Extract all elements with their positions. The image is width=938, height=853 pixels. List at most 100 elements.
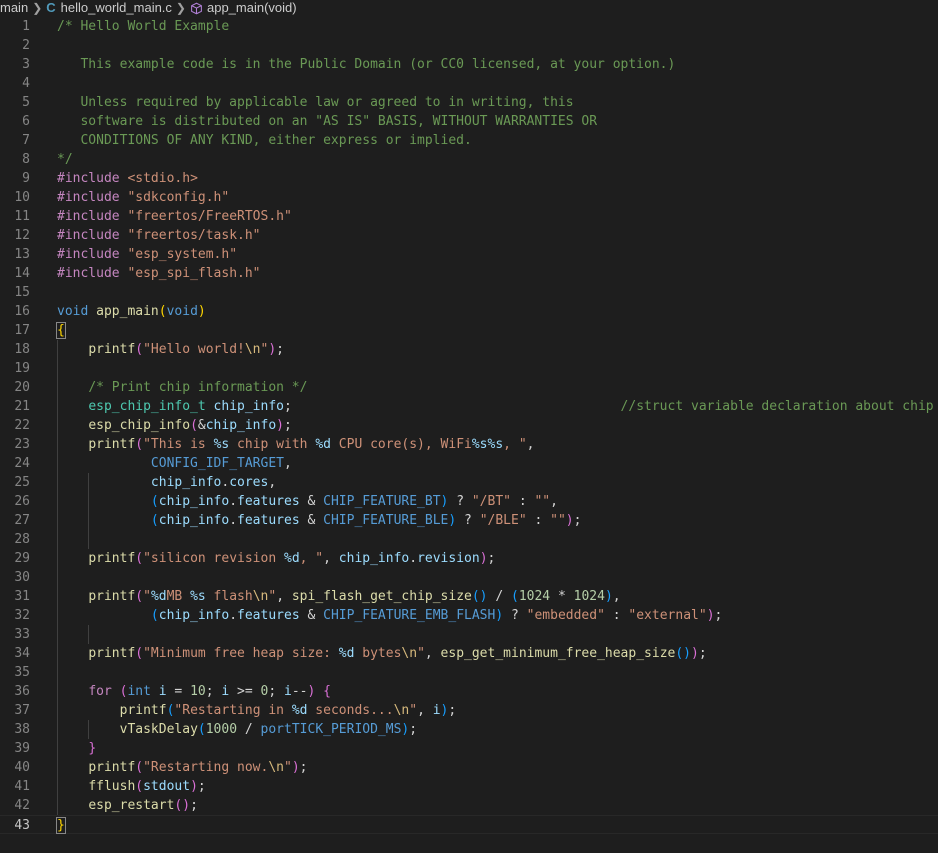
- code-text: esp_chip_info(&chip_info);: [57, 416, 292, 435]
- code-line[interactable]: 34 printf("Minimum free heap size: %d by…: [0, 644, 938, 663]
- line-number: 3: [22, 57, 30, 72]
- breadcrumb-file[interactable]: C hello_world_main.c: [46, 0, 172, 16]
- code-editor[interactable]: 1/* Hello World Example 2 3 This example c…: [0, 17, 938, 834]
- code-line[interactable]: 21 esp_chip_info_t chip_info; //struct v…: [0, 397, 938, 416]
- code-text: printf("Restarting now.\n");: [57, 758, 307, 777]
- code-token: features: [237, 513, 300, 528]
- line-number: 43: [14, 818, 30, 833]
- code-text: CONDITIONS OF ANY KIND, either express o…: [57, 131, 471, 150]
- code-line[interactable]: 40 printf("Restarting now.\n");: [0, 758, 938, 777]
- code-token: <stdio.h>: [127, 171, 198, 186]
- code-line[interactable]: 12 #include "freertos/task.h": [0, 226, 938, 245]
- code-line[interactable]: 4: [0, 74, 938, 93]
- code-token: %d: [284, 551, 300, 566]
- code-token: "Minimum free heap size:: [143, 646, 339, 661]
- code-line[interactable]: 10 #include "sdkconfig.h": [0, 188, 938, 207]
- line-number: 30: [14, 570, 30, 585]
- code-text: printf("Minimum free heap size: %d bytes…: [57, 644, 706, 663]
- code-line[interactable]: 15: [0, 283, 938, 302]
- code-token: %s%s: [471, 437, 504, 452]
- code-token: (): [675, 646, 692, 661]
- line-number: 7: [22, 133, 30, 148]
- code-token: CHIP_FEATURE_BLE: [323, 513, 449, 528]
- code-line[interactable]: 37 printf("Restarting in %d seconds...\n…: [0, 701, 938, 720]
- code-line[interactable]: 20 /* Print chip information */: [0, 378, 938, 397]
- code-line[interactable]: 33: [0, 625, 938, 644]
- code-line[interactable]: 16 void app_main(void): [0, 302, 938, 321]
- code-line[interactable]: 5 Unless required by applicable law or a…: [0, 93, 938, 112]
- code-line[interactable]: 26 (chip_info.features & CHIP_FEATURE_BT…: [0, 492, 938, 511]
- code-line[interactable]: 30: [0, 568, 938, 587]
- code-token: &: [299, 513, 324, 528]
- code-text: #include "esp_system.h": [57, 245, 237, 264]
- code-line[interactable]: 24 CONFIG_IDF_TARGET,: [0, 454, 938, 473]
- breadcrumb-folder[interactable]: main: [0, 0, 28, 16]
- code-line[interactable]: 19: [0, 359, 938, 378]
- code-line[interactable]: 18 printf("Hello world!\n");: [0, 340, 938, 359]
- line-number: 25: [14, 475, 30, 490]
- code-token: %s: [190, 589, 206, 604]
- code-line[interactable]: 28: [0, 530, 938, 549]
- code-token: ): [197, 304, 206, 319]
- code-line[interactable]: 14 #include "esp_spi_flash.h": [0, 264, 938, 283]
- line-number: 17: [14, 323, 30, 338]
- code-token: #include: [57, 209, 128, 224]
- code-token: %s: [213, 437, 230, 452]
- code-line[interactable]: 41 fflush(stdout);: [0, 777, 938, 796]
- code-token: features: [237, 608, 300, 623]
- code-line[interactable]: 7 CONDITIONS OF ANY KIND, either express…: [0, 131, 938, 150]
- code-line[interactable]: 32 (chip_info.features & CHIP_FEATURE_EM…: [0, 606, 938, 625]
- code-token: "This is: [143, 437, 214, 452]
- code-line[interactable]: 22 esp_chip_info(&chip_info);: [0, 416, 938, 435]
- code-token: (: [150, 608, 159, 623]
- code-token: %d: [150, 589, 167, 604]
- line-number: 24: [14, 456, 30, 471]
- code-token: ,: [283, 456, 292, 471]
- code-token: stdout: [143, 779, 191, 794]
- code-token: esp_get_minimum_free_heap_size: [440, 646, 676, 661]
- code-token: .: [229, 494, 238, 509]
- code-line[interactable]: 17 {: [0, 321, 938, 340]
- code-token: (: [158, 304, 167, 319]
- code-line[interactable]: 25 chip_info.cores,: [0, 473, 938, 492]
- line-number: 12: [14, 228, 30, 243]
- code-token: ,: [268, 475, 277, 490]
- code-token: /* Print chip information */: [88, 380, 308, 395]
- code-line[interactable]: 35: [0, 663, 938, 682]
- code-line[interactable]: 38 vTaskDelay(1000 / portTICK_PERIOD_MS)…: [0, 720, 938, 739]
- code-token: chip_info: [338, 551, 410, 566]
- code-line[interactable]: 42 esp_restart();: [0, 796, 938, 815]
- code-line[interactable]: 23 printf("This is %s chip with %d CPU c…: [0, 435, 938, 454]
- code-token: (: [511, 589, 519, 604]
- code-line[interactable]: 2: [0, 36, 938, 55]
- code-token: >=: [229, 684, 261, 699]
- code-token: //struct variable declaration about chip…: [620, 399, 938, 414]
- code-line[interactable]: 1 /* Hello World Example: [0, 17, 938, 36]
- code-line[interactable]: 11 #include "freertos/FreeRTOS.h": [0, 207, 938, 226]
- breadcrumb-symbol-label: app_main(void): [206, 0, 297, 15]
- code-line[interactable]: 29 printf("silicon revision %d, ", chip_…: [0, 549, 938, 568]
- code-token: int: [127, 684, 151, 699]
- code-line[interactable]: 43}: [0, 815, 938, 834]
- code-token: "esp_system.h": [127, 247, 238, 262]
- code-line[interactable]: 13 #include "esp_system.h": [0, 245, 938, 264]
- code-line[interactable]: 39 }: [0, 739, 938, 758]
- code-line[interactable]: 3 This example code is in the Public Dom…: [0, 55, 938, 74]
- code-line[interactable]: 6 software is distributed on an "AS IS" …: [0, 112, 938, 131]
- code-token: printf: [88, 342, 136, 357]
- code-line[interactable]: 31 printf("%dMB %s flash\n", spi_flash_g…: [0, 587, 938, 606]
- code-token: (: [135, 779, 144, 794]
- code-line[interactable]: 27 (chip_info.features & CHIP_FEATURE_BL…: [0, 511, 938, 530]
- code-line[interactable]: 9 #include <stdio.h>: [0, 169, 938, 188]
- code-token: (: [135, 342, 144, 357]
- line-number: 41: [14, 779, 30, 794]
- code-line[interactable]: 8 */: [0, 150, 938, 169]
- breadcrumb-symbol[interactable]: app_main(void): [190, 0, 297, 16]
- code-line[interactable]: 36 for (int i = 10; i >= 0; i--) {: [0, 682, 938, 701]
- code-token: (: [190, 418, 198, 433]
